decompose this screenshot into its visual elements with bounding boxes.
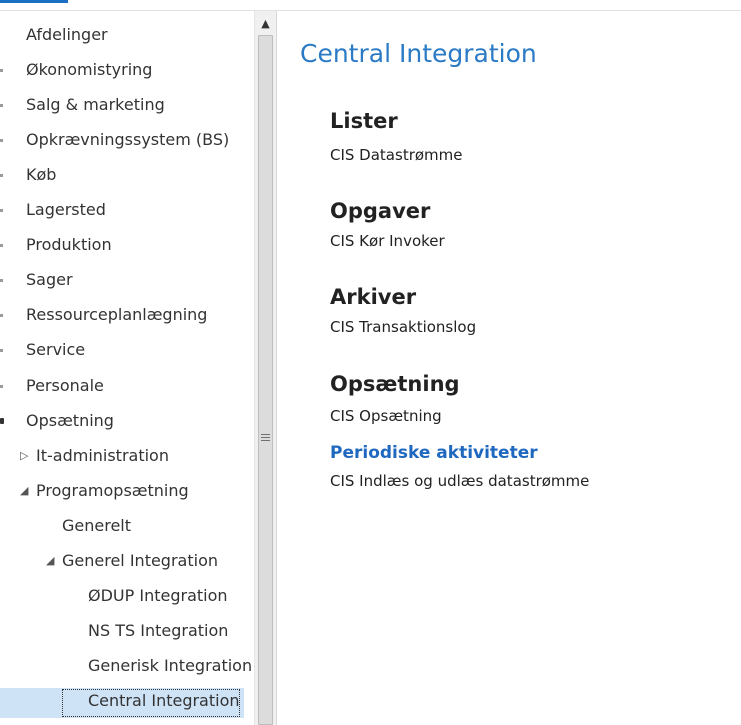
section-heading[interactable]: Periodiske aktiviteter bbox=[330, 443, 538, 463]
nav-item[interactable]: Produktion bbox=[0, 228, 252, 262]
nav-item-label: Ressourceplanlægning bbox=[26, 305, 208, 325]
nav-item[interactable]: Lagersted bbox=[0, 193, 252, 227]
nav-item[interactable]: Ressourceplanlægning bbox=[0, 298, 252, 332]
nav-item[interactable]: Generisk Integration bbox=[0, 649, 252, 683]
triangle-down-icon[interactable]: ◢ bbox=[46, 544, 54, 578]
nav-item[interactable]: Central Integration bbox=[0, 684, 252, 718]
nav-item-label: Central Integration bbox=[88, 690, 240, 710]
page-title: Central Integration bbox=[300, 39, 537, 68]
nav-item-label: Afdelinger bbox=[26, 25, 108, 44]
nav-item-label: Opsætning bbox=[26, 410, 114, 430]
nav-item[interactable]: ØDUP Integration bbox=[0, 579, 252, 613]
tree-bullet-icon bbox=[0, 139, 3, 143]
section-heading: Opsætning bbox=[330, 372, 460, 396]
pane-divider bbox=[276, 11, 277, 725]
nav-item-label: Salg & marketing bbox=[26, 95, 165, 115]
tree-bullet-icon bbox=[0, 279, 3, 283]
main-content: Central Integration Lister CIS Datastrømm… bbox=[300, 11, 730, 711]
nav-item[interactable]: Salg & marketing bbox=[0, 88, 252, 122]
nav-item-label: Sager bbox=[26, 270, 73, 290]
section-link[interactable]: CIS Datastrømme bbox=[330, 146, 463, 164]
nav-item-label: Programopsætning bbox=[36, 480, 189, 500]
nav-item-label: Økonomistyring bbox=[26, 60, 153, 80]
section-link[interactable]: CIS Transaktionslog bbox=[330, 318, 476, 336]
nav-item[interactable]: Personale bbox=[0, 369, 252, 403]
nav-item-label: Personale bbox=[26, 375, 104, 395]
tree-bullet-icon bbox=[0, 174, 3, 178]
scroll-thumb[interactable] bbox=[258, 35, 273, 725]
tree-bullet-icon bbox=[0, 349, 3, 353]
nav-item[interactable]: Sager bbox=[0, 263, 252, 297]
nav-item[interactable]: NS TS Integration bbox=[0, 614, 252, 648]
nav-item-label: Lagersted bbox=[26, 200, 106, 220]
section-link[interactable]: CIS Kør Invoker bbox=[330, 232, 445, 250]
nav-item[interactable]: ▷ It-administration bbox=[0, 439, 252, 473]
navigation-tree: Afdelinger Økonomistyring Salg & marketing… bbox=[0, 11, 252, 725]
nav-item[interactable]: Service bbox=[0, 333, 252, 367]
section-heading: Arkiver bbox=[330, 285, 417, 309]
nav-item[interactable]: Afdelinger bbox=[0, 18, 252, 52]
nav-item-label: Produktion bbox=[26, 235, 112, 255]
triangle-down-icon[interactable]: ◢ bbox=[20, 474, 28, 508]
nav-item-label: Opkrævningssystem (BS) bbox=[26, 130, 230, 150]
nav-item[interactable]: Generelt bbox=[0, 509, 252, 543]
nav-item-label: Køb bbox=[26, 165, 57, 185]
section-link[interactable]: CIS Opsætning bbox=[330, 407, 442, 425]
scroll-up-arrow-icon[interactable]: ▲ bbox=[255, 11, 276, 31]
tree-bullet-icon bbox=[0, 244, 3, 248]
section-link[interactable]: CIS Indlæs og udlæs datastrømme bbox=[330, 472, 589, 490]
tree-bullet-icon bbox=[0, 104, 3, 108]
nav-item[interactable]: Opkrævningssystem (BS) bbox=[0, 123, 252, 157]
nav-item[interactable]: Opsætning bbox=[0, 404, 252, 438]
tree-bullet-icon bbox=[0, 69, 3, 73]
tree-bullet-icon bbox=[0, 209, 3, 213]
scroll-grip-icon bbox=[261, 434, 270, 443]
nav-item-label: Service bbox=[26, 340, 86, 360]
nav-item[interactable]: ◢ Programopsætning bbox=[0, 474, 252, 508]
nav-item[interactable]: Køb bbox=[0, 158, 252, 192]
section-heading: Lister bbox=[330, 109, 398, 133]
top-accent-bar bbox=[0, 0, 68, 3]
nav-scrollbar[interactable]: ▲ bbox=[254, 11, 276, 725]
nav-item-label: Generisk Integration bbox=[88, 655, 252, 675]
section-heading: Opgaver bbox=[330, 199, 431, 223]
tree-bullet-icon bbox=[0, 314, 3, 318]
nav-item-label: ØDUP Integration bbox=[88, 585, 228, 605]
nav-item-label: Generelt bbox=[62, 515, 132, 535]
nav-item[interactable]: ◢ Generel Integration bbox=[0, 544, 252, 578]
nav-item-label: NS TS Integration bbox=[88, 620, 229, 640]
triangle-right-icon[interactable]: ▷ bbox=[20, 439, 28, 473]
nav-item[interactable]: Økonomistyring bbox=[0, 53, 252, 87]
nav-item-label: It-administration bbox=[36, 445, 169, 465]
tree-bullet-icon bbox=[0, 417, 4, 424]
tree-bullet-icon bbox=[0, 384, 3, 388]
nav-item-label: Generel Integration bbox=[62, 550, 218, 570]
